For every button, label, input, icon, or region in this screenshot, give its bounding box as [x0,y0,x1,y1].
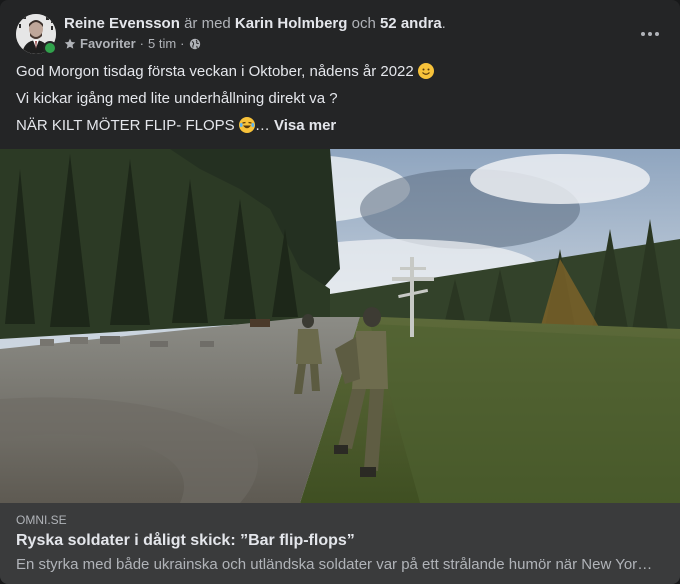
link-preview-card[interactable]: OMNI.SE Ryska soldater i dåligt skick: ”… [0,503,680,584]
author-line: Reine Evensson är med Karin Holmberg och… [64,15,446,33]
post-meta: Favoriter · 5 tim · [64,36,201,52]
more-horizontal-icon [641,32,659,36]
see-more-link[interactable]: Visa mer [274,117,336,134]
more-options-button[interactable] [632,16,668,52]
online-status-dot [43,41,57,55]
star-icon [64,38,76,49]
period: . [441,15,446,32]
post-timestamp[interactable]: 5 tim [148,36,176,52]
post-body: God Morgon tisdag första veckan i Oktobe… [16,62,664,143]
soldiers-road-photo [0,149,680,503]
body-line-3-text: NÄR KILT MÖTER FLIP- FLOPS [16,117,235,134]
globe-icon[interactable] [189,38,201,50]
author-avatar[interactable] [16,14,57,55]
others-link[interactable]: 52 andra [380,15,442,32]
body-ellipsis: … [254,117,270,134]
body-line-3: NÄR KILT MÖTER FLIP- FLOPS … Visa mer [16,116,664,136]
and-text: och [351,15,376,32]
body-line-1: God Morgon tisdag första veckan i Oktobe… [16,62,664,82]
link-title[interactable]: Ryska soldater i dåligt skick: ”Bar flip… [16,532,664,550]
tagged-person[interactable]: Karin Holmberg [235,15,348,32]
with-text: är med [184,15,231,32]
link-description: En styrka med både ukrainska och utländs… [16,556,656,573]
meta-separator-2: · [180,36,185,51]
post-photo[interactable] [0,149,680,503]
post-header: Reine Evensson är med Karin Holmberg och… [16,12,664,56]
link-domain: OMNI.SE [16,513,67,527]
smiling-face-emoji-icon [417,63,434,79]
audience-label[interactable]: Favoriter [80,36,136,52]
laughing-tears-emoji-icon [238,117,255,133]
body-line-2: Vi kickar igång med lite underhållning d… [16,90,338,107]
meta-separator: · [139,36,144,51]
feed-post: Reine Evensson är med Karin Holmberg och… [0,0,680,584]
author-name[interactable]: Reine Evensson [64,15,180,32]
body-line-1-text: God Morgon tisdag första veckan i Oktobe… [16,63,414,80]
